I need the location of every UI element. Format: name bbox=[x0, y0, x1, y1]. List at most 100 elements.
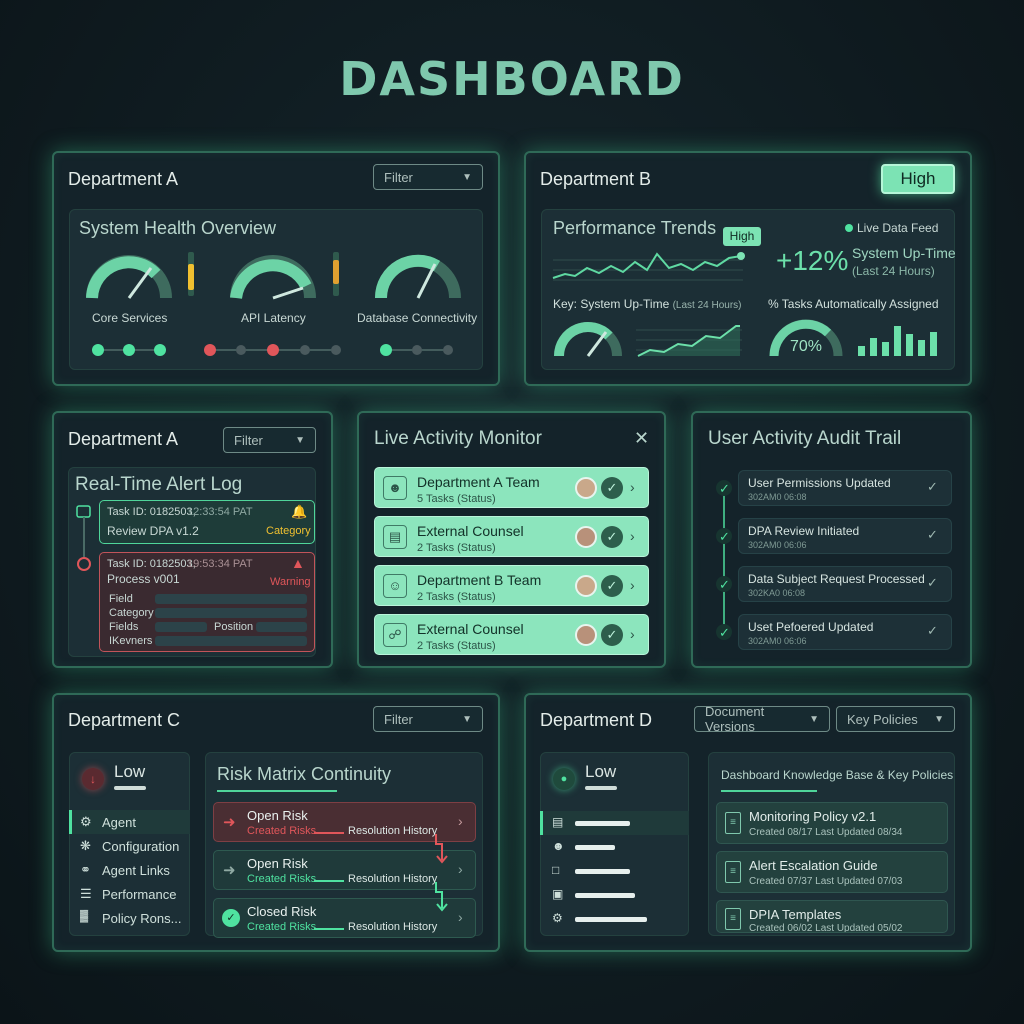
warning-icon: ▲ bbox=[291, 555, 305, 571]
settings-icon[interactable]: ⚙ bbox=[552, 911, 563, 925]
location-icon: ● bbox=[553, 768, 575, 790]
chevron-down-icon: ▼ bbox=[295, 434, 305, 446]
users-icon: ☺ bbox=[383, 574, 407, 598]
card-title: Performance Trends bbox=[553, 218, 717, 238]
avatar bbox=[575, 624, 597, 646]
live-feed-label: Live Data Feed bbox=[857, 221, 939, 235]
status-dots bbox=[92, 344, 453, 356]
risk-history: Resolution History bbox=[348, 825, 438, 837]
activity-name: External Counsel bbox=[417, 621, 524, 637]
policy-doc[interactable]: ≡ Monitoring Policy v2.1 Created 08/17 L… bbox=[716, 802, 948, 844]
uptime-sub: (Last 24 Hours) bbox=[852, 264, 935, 278]
archive-icon[interactable]: ▣ bbox=[552, 887, 563, 901]
key-label-sub: (Last 24 Hours) bbox=[672, 300, 742, 311]
risk-history: Resolution History bbox=[348, 921, 438, 933]
gauge-api-latency bbox=[230, 255, 316, 300]
panel-title: User Activity Audit Trail bbox=[708, 428, 902, 449]
field-label: IKevners bbox=[109, 635, 153, 647]
doc-title: Monitoring Policy v2.1 bbox=[749, 809, 877, 824]
risk-line bbox=[314, 880, 344, 882]
panel-title: Department D bbox=[540, 710, 653, 730]
risk-line bbox=[314, 928, 344, 930]
filter-label: Filter bbox=[384, 169, 413, 185]
audit-date: 302AM0 06:08 bbox=[748, 492, 807, 502]
audit-item[interactable]: Uset Pefoered Updated 302AM0 06:06 ✓ bbox=[738, 614, 952, 650]
activity-row[interactable]: ☍ External Counsel 2 Tasks (Status) ✓ › bbox=[374, 614, 649, 655]
doc-meta: Created 06/02 Last Updated 05/02 bbox=[749, 923, 903, 933]
activity-name: Department A Team bbox=[417, 474, 540, 490]
audit-item[interactable]: DPA Review Initiated 302AM0 06:06 ✓ bbox=[738, 518, 952, 554]
nav-item-placeholder[interactable] bbox=[575, 869, 630, 874]
settings-icon: ❋ bbox=[80, 838, 91, 853]
link-icon: ⚭ bbox=[80, 862, 91, 877]
uptime-delta: +12% bbox=[776, 245, 849, 276]
field-bar bbox=[256, 622, 307, 632]
key-policies-dropdown[interactable]: Key Policies ▼ bbox=[836, 706, 955, 732]
activity-name: External Counsel bbox=[417, 523, 524, 539]
chevron-down-icon: ▼ bbox=[934, 713, 944, 725]
gauge-label: Core Services bbox=[92, 311, 168, 325]
chevron-right-icon: › bbox=[630, 577, 635, 593]
filter-label: Filter bbox=[234, 432, 263, 448]
document-versions-dropdown[interactable]: Document Versions ▼ bbox=[694, 704, 830, 734]
activity-name: Department B Team bbox=[417, 572, 542, 588]
alert-tag: Category bbox=[266, 525, 311, 537]
alert-task-id: Task ID: 0182503, bbox=[107, 506, 196, 518]
panel-title: Department C bbox=[68, 710, 181, 730]
nav-item-placeholder[interactable] bbox=[575, 917, 647, 922]
bar-chart-icon: ▓ bbox=[80, 910, 89, 922]
field-bar bbox=[155, 594, 307, 604]
field-bar bbox=[155, 636, 307, 646]
nav-item-placeholder[interactable] bbox=[575, 845, 615, 850]
dropdown-label: Key Policies bbox=[847, 711, 918, 727]
level-bar bbox=[114, 786, 146, 790]
nav-item-policy[interactable]: Policy Rons... bbox=[102, 911, 181, 926]
list-icon[interactable]: ▤ bbox=[552, 815, 563, 829]
risk-sub: Created Risks bbox=[247, 921, 317, 933]
priority-badge[interactable]: High bbox=[881, 164, 955, 194]
filter-dropdown[interactable]: Filter ▼ bbox=[223, 427, 316, 453]
file-icon[interactable]: □ bbox=[552, 863, 559, 877]
close-icon[interactable]: ✕ bbox=[634, 428, 649, 449]
alert-time: 19:53:34 PAT bbox=[187, 558, 253, 570]
policy-doc[interactable]: ≡ Alert Escalation Guide Created 07/37 L… bbox=[716, 851, 948, 893]
chevron-right-icon: › bbox=[458, 813, 463, 829]
uptime-area-chart bbox=[636, 325, 742, 357]
doc-title: DPIA Templates bbox=[749, 907, 842, 922]
nav-item-placeholder[interactable] bbox=[575, 821, 630, 826]
dashboard-title: DASHBOARD bbox=[339, 52, 685, 106]
filter-label: Filter bbox=[384, 711, 413, 727]
activity-row[interactable]: ☺ Department B Team 2 Tasks (Status) ✓ › bbox=[374, 565, 649, 606]
nav-item-placeholder[interactable] bbox=[575, 893, 635, 898]
activity-row[interactable]: ▤ External Counsel 2 Tasks (Status) ✓ › bbox=[374, 516, 649, 557]
nav-item-performance[interactable]: Performance bbox=[102, 887, 176, 902]
activity-status: 2 Tasks (Status) bbox=[417, 640, 496, 652]
policy-doc[interactable]: ≡ DPIA Templates Created 06/02 Last Upda… bbox=[716, 900, 948, 933]
check-circle-icon: ✓ bbox=[601, 477, 623, 499]
document-icon: ≡ bbox=[725, 861, 741, 883]
audit-item[interactable]: User Permissions Updated 302AM0 06:08 ✓ bbox=[738, 470, 952, 506]
audit-item[interactable]: Data Subject Request Processed 302KA0 06… bbox=[738, 566, 952, 602]
field-bar bbox=[155, 622, 207, 632]
risk-title: Open Risk bbox=[247, 808, 308, 823]
nav-item-agent[interactable]: Agent bbox=[102, 815, 136, 830]
audit-date: 302KA0 06:08 bbox=[748, 588, 806, 598]
filter-dropdown[interactable]: Filter ▼ bbox=[373, 706, 483, 732]
activity-status: 2 Tasks (Status) bbox=[417, 591, 496, 603]
check-icon: ✓ bbox=[927, 575, 938, 590]
filter-dropdown[interactable]: Filter ▼ bbox=[373, 164, 483, 190]
chevron-right-icon: › bbox=[458, 861, 463, 877]
alert-name: Review DPA v1.2 bbox=[107, 524, 199, 538]
audit-date: 302AM0 06:06 bbox=[748, 540, 807, 550]
document-icon: ▤ bbox=[383, 525, 407, 549]
risk-title: Closed Risk bbox=[247, 904, 317, 919]
avatar bbox=[575, 477, 597, 499]
status-bar bbox=[188, 252, 194, 296]
activity-row[interactable]: ☻ Department A Team 5 Tasks (Status) ✓ › bbox=[374, 467, 649, 508]
users-icon[interactable]: ☻ bbox=[552, 839, 565, 853]
team-icon: ☻ bbox=[383, 476, 407, 500]
nav-item-configuration[interactable]: Configuration bbox=[102, 839, 179, 854]
nav-item-agent-links[interactable]: Agent Links bbox=[102, 863, 170, 878]
document-icon: ≡ bbox=[725, 812, 741, 834]
risk-history: Resolution History bbox=[348, 873, 438, 885]
